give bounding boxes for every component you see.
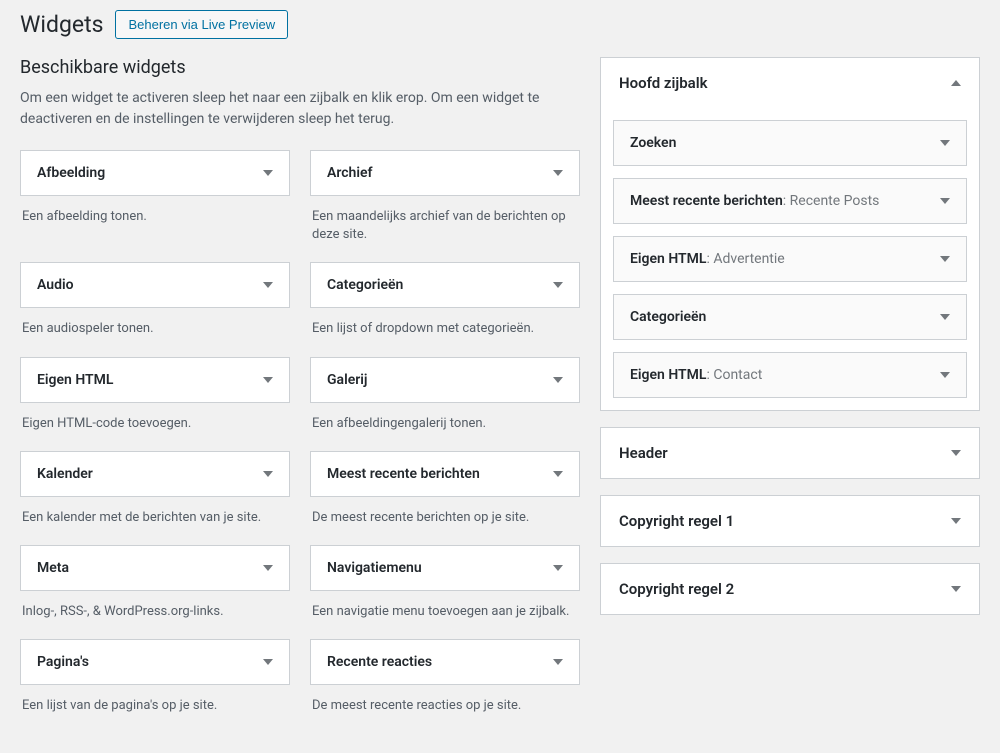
available-widget[interactable]: Navigatiemenu — [310, 545, 580, 591]
chevron-down-icon — [940, 372, 950, 378]
available-widget[interactable]: Kalender — [20, 451, 290, 497]
sidebar-area-collapsed: Copyright regel 1 — [600, 495, 980, 547]
chevron-down-icon — [263, 471, 273, 477]
widget-title: Meta — [37, 560, 69, 576]
widget-title: Eigen HTML — [37, 372, 113, 388]
available-widget[interactable]: Archief — [310, 150, 580, 196]
sidebar-title: Header — [619, 444, 668, 462]
available-widget[interactable]: Galerij — [310, 357, 580, 403]
placed-widget-subtitle: Advertentie — [713, 251, 784, 267]
widget-title: Audio — [37, 277, 74, 293]
placed-widget-title: Meest recente berichten: Recente Posts — [630, 193, 879, 209]
available-widget[interactable]: Pagina's — [20, 639, 290, 685]
chevron-down-icon — [553, 659, 563, 665]
placed-widget[interactable]: Meest recente berichten: Recente Posts — [613, 178, 967, 224]
widget-title: Navigatiemenu — [327, 560, 422, 576]
available-widget[interactable]: Audio — [20, 262, 290, 308]
available-widgets-intro: Om een widget te activeren sleep het naa… — [20, 88, 580, 130]
chevron-down-icon — [940, 256, 950, 262]
placed-widget[interactable]: Zoeken — [613, 120, 967, 166]
widget-description: Een afbeeldingengalerij tonen. — [310, 403, 580, 433]
widget-description: Een kalender met de berichten van je sit… — [20, 497, 290, 527]
widget-description: Een maandelijks archief van de berichten… — [310, 196, 580, 244]
placed-widget-title: Eigen HTML: Contact — [630, 367, 762, 383]
chevron-down-icon — [263, 659, 273, 665]
widget-title: Archief — [327, 165, 373, 181]
chevron-up-icon — [951, 80, 961, 86]
widget-title: Kalender — [37, 466, 93, 482]
page-title: Widgets — [20, 11, 103, 38]
available-widget[interactable]: Afbeelding — [20, 150, 290, 196]
chevron-down-icon — [951, 586, 961, 592]
chevron-down-icon — [553, 282, 563, 288]
chevron-down-icon — [553, 170, 563, 176]
widget-description: Een navigatie menu toevoegen aan je zijb… — [310, 591, 580, 621]
placed-widget[interactable]: Eigen HTML: Contact — [613, 352, 967, 398]
widget-description: Een lijst van de pagina's op je site. — [20, 685, 290, 715]
placed-widget[interactable]: Eigen HTML: Advertentie — [613, 236, 967, 282]
sidebar-area-collapsed: Header — [600, 427, 980, 479]
available-widgets-heading: Beschikbare widgets — [20, 57, 580, 78]
sidebar-title: Copyright regel 2 — [619, 580, 734, 598]
widget-title: Afbeelding — [37, 165, 105, 181]
placed-widget-subtitle: Recente Posts — [790, 193, 880, 209]
widget-title: Categorieën — [327, 277, 403, 293]
sidebar-toggle[interactable]: Copyright regel 1 — [601, 496, 979, 546]
available-widget[interactable]: Meta — [20, 545, 290, 591]
widget-title: Recente reacties — [327, 654, 432, 670]
widget-description: Eigen HTML-code toevoegen. — [20, 403, 290, 433]
chevron-down-icon — [951, 450, 961, 456]
widget-title: Galerij — [327, 372, 367, 388]
sidebar-title: Copyright regel 1 — [619, 512, 734, 530]
chevron-down-icon — [553, 471, 563, 477]
widget-description: Een audiospeler tonen. — [20, 308, 290, 338]
sidebar-area-main: Hoofd zijbalk Zoeken Meest recente beric… — [600, 57, 980, 411]
widget-description: Een lijst of dropdown met categorieën. — [310, 308, 580, 338]
available-widget[interactable]: Eigen HTML — [20, 357, 290, 403]
chevron-down-icon — [553, 377, 563, 383]
sidebar-area-collapsed: Copyright regel 2 — [600, 563, 980, 615]
placed-widget[interactable]: Categorieën — [613, 294, 967, 340]
widget-description: Een afbeelding tonen. — [20, 196, 290, 226]
sidebar-areas-panel: Hoofd zijbalk Zoeken Meest recente beric… — [600, 57, 980, 733]
chevron-down-icon — [263, 565, 273, 571]
widget-description: Inlog-, RSS-, & WordPress.org-links. — [20, 591, 290, 621]
chevron-down-icon — [951, 518, 961, 524]
chevron-down-icon — [940, 198, 950, 204]
widget-title: Pagina's — [37, 654, 89, 670]
chevron-down-icon — [940, 140, 950, 146]
widget-description: De meest recente berichten op je site. — [310, 497, 580, 527]
chevron-down-icon — [553, 565, 563, 571]
sidebar-title: Hoofd zijbalk — [619, 74, 708, 92]
chevron-down-icon — [263, 170, 273, 176]
placed-widget-title: Categorieën — [630, 309, 706, 325]
widget-title: Meest recente berichten — [327, 466, 480, 482]
live-preview-button[interactable]: Beheren via Live Preview — [115, 10, 288, 39]
placed-widget-title: Eigen HTML: Advertentie — [630, 251, 785, 267]
available-widgets-panel: Beschikbare widgets Om een widget te act… — [20, 57, 580, 733]
chevron-down-icon — [940, 314, 950, 320]
available-widget[interactable]: Meest recente berichten — [310, 451, 580, 497]
widget-description: De meest recente reacties op je site. — [310, 685, 580, 715]
sidebar-toggle[interactable]: Header — [601, 428, 979, 478]
sidebar-toggle-main[interactable]: Hoofd zijbalk — [601, 58, 979, 108]
chevron-down-icon — [263, 282, 273, 288]
sidebar-toggle[interactable]: Copyright regel 2 — [601, 564, 979, 614]
chevron-down-icon — [263, 377, 273, 383]
placed-widget-subtitle: Contact — [713, 367, 762, 383]
placed-widget-title: Zoeken — [630, 135, 676, 151]
available-widget[interactable]: Recente reacties — [310, 639, 580, 685]
available-widget[interactable]: Categorieën — [310, 262, 580, 308]
